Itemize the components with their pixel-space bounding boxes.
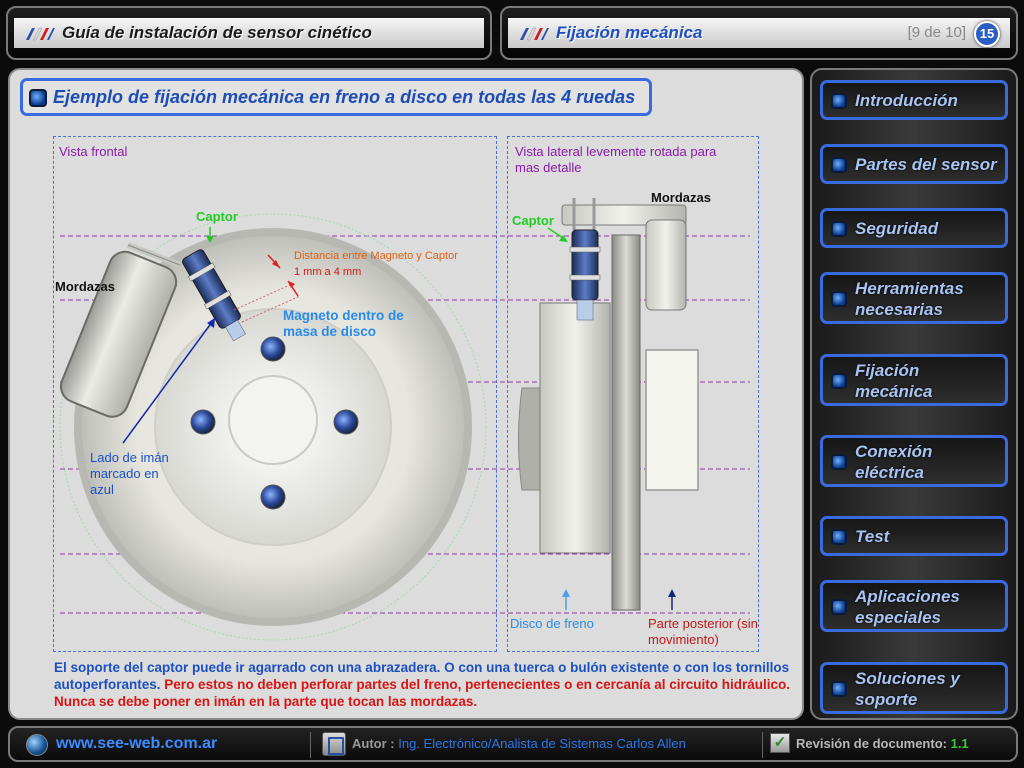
revision-label: Revisión de documento: bbox=[796, 736, 947, 751]
sidebar-item-label: Conexión eléctrica bbox=[855, 442, 933, 482]
disc-label: Disco de freno bbox=[510, 616, 594, 631]
author-info: Autor : Ing. Electrónico/Analista de Sis… bbox=[352, 736, 686, 751]
mordazas-label-front: Mordazas bbox=[55, 279, 115, 294]
sidebar-item-partes-del-sensor[interactable]: Partes del sensor bbox=[820, 144, 1008, 184]
distance-label: Distancia entre Magneto y Captor bbox=[294, 250, 458, 262]
header-left: Guía de instalación de sensor cinético bbox=[6, 6, 492, 60]
sidebar-item-label: Soluciones y soporte bbox=[855, 669, 960, 709]
captor-label-side: Captor bbox=[512, 213, 554, 228]
captor-label-front: Captor bbox=[196, 209, 238, 224]
sidebar-item-introduccion[interactable]: Introducción bbox=[820, 80, 1008, 120]
sidebar-item-label: Aplicaciones especiales bbox=[855, 587, 960, 627]
revision-value: 1.1 bbox=[950, 736, 969, 751]
bullet-icon bbox=[831, 291, 847, 307]
sidebar-item-label: Seguridad bbox=[855, 219, 939, 238]
bullet-icon bbox=[831, 454, 847, 470]
document-icon bbox=[322, 732, 346, 756]
sidebar-nav: Introducción Partes del sensor Seguridad… bbox=[810, 68, 1018, 720]
bullet-icon bbox=[831, 599, 847, 615]
bullet-icon bbox=[831, 93, 847, 109]
magnet-label: Magneto dentro de masa de disco bbox=[283, 308, 404, 339]
magnet-side-label: Lado de imán marcado en azul bbox=[90, 450, 169, 497]
sidebar-item-test[interactable]: Test bbox=[820, 516, 1008, 556]
bullet-icon bbox=[831, 529, 847, 545]
sidebar-item-label: Herramientas necesarias bbox=[855, 279, 964, 319]
footer-divider bbox=[762, 732, 763, 758]
checkmark-icon: ✓ bbox=[770, 733, 790, 753]
bullet-icon bbox=[831, 157, 847, 173]
side-view-label: Vista lateral levemente rotada para mas … bbox=[515, 144, 717, 175]
distance-value: 1 mm a 4 mm bbox=[294, 266, 362, 278]
website-link[interactable]: www.see-web.com.ar bbox=[56, 735, 217, 753]
sidebar-item-label: Fijación mecánica bbox=[855, 361, 933, 401]
sidebar-item-aplicaciones[interactable]: Aplicaciones especiales bbox=[820, 580, 1008, 632]
page-count: [9 de 10] bbox=[907, 24, 966, 41]
flag-logo-icon bbox=[26, 27, 55, 41]
front-view-label: Vista frontal bbox=[59, 144, 128, 159]
sidebar-item-soluciones[interactable]: Soluciones y soporte bbox=[820, 662, 1008, 714]
main-panel: Ejemplo de fijación mecánica en freno a … bbox=[8, 68, 804, 720]
guide-title: Guía de instalación de sensor cinético bbox=[62, 23, 372, 42]
sidebar-item-conexion-electrica[interactable]: Conexión eléctrica bbox=[820, 435, 1008, 487]
sidebar-item-seguridad[interactable]: Seguridad bbox=[820, 208, 1008, 248]
revision-info: Revisión de documento: 1.1 bbox=[796, 736, 969, 751]
bullet-icon bbox=[831, 221, 847, 237]
sidebar-item-label: Test bbox=[855, 527, 890, 546]
caption-red: Pero estos no deben perforar partes del … bbox=[54, 677, 790, 709]
header-right: Fijación mecánica [9 de 10] 15 bbox=[500, 6, 1018, 60]
author-value: Ing. Electrónico/Analista de Sistemas Ca… bbox=[398, 736, 686, 751]
page-number-badge: 15 bbox=[974, 21, 1000, 47]
section-title: Fijación mecánica bbox=[556, 23, 703, 42]
caption-text: El soporte del captor puede ir agarrado … bbox=[54, 659, 794, 710]
author-label: Autor : bbox=[352, 736, 395, 751]
sidebar-item-label: Partes del sensor bbox=[855, 155, 997, 174]
footer-bar: www.see-web.com.ar Autor : Ing. Electrón… bbox=[8, 726, 1018, 762]
flag-logo-icon bbox=[520, 27, 549, 41]
sidebar-item-label: Introducción bbox=[855, 91, 958, 110]
globe-icon bbox=[26, 734, 48, 756]
sidebar-item-herramientas[interactable]: Herramientas necesarias bbox=[820, 272, 1008, 324]
rear-part-label: Parte posterior (sin movimiento) bbox=[648, 616, 758, 647]
bullet-icon bbox=[831, 681, 847, 697]
bullet-icon bbox=[831, 373, 847, 389]
mordazas-label-side: Mordazas bbox=[651, 190, 711, 205]
footer-divider bbox=[310, 732, 311, 758]
sidebar-item-fijacion-mecanica[interactable]: Fijación mecánica bbox=[820, 354, 1008, 406]
